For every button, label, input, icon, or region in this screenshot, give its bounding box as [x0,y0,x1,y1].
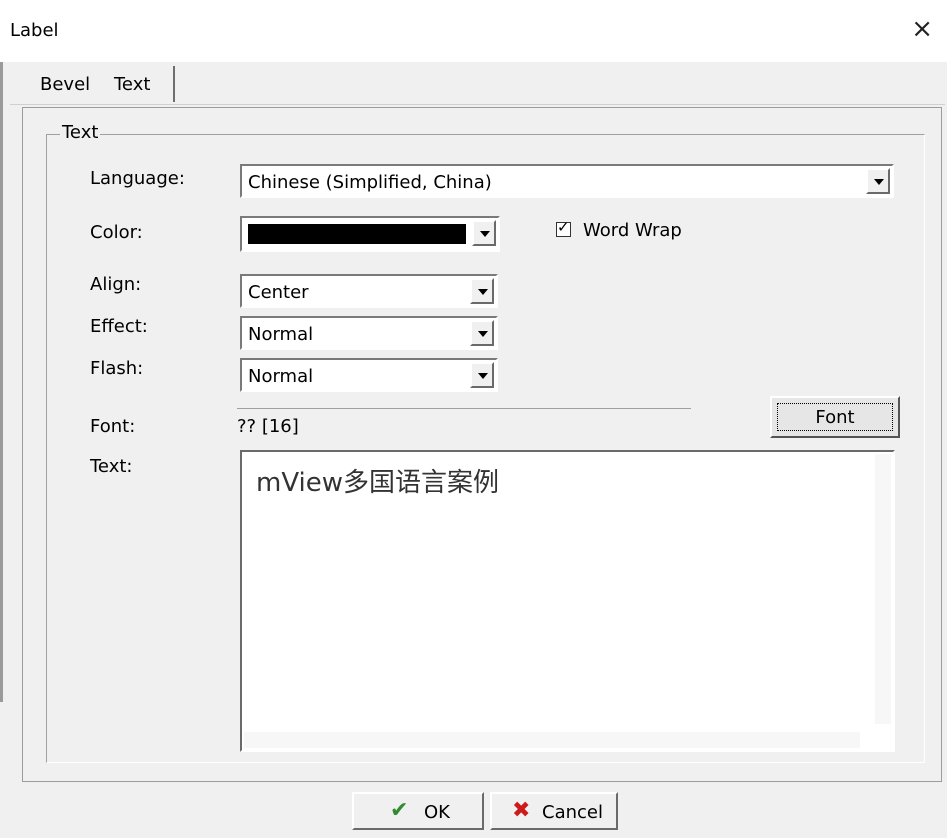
ok-button[interactable]: ✔ OK [352,792,484,830]
cancel-label: Cancel [542,802,603,823]
chevron-down-icon[interactable] [470,320,494,346]
effect-dropdown[interactable]: Normal [240,316,498,350]
word-wrap-checkbox[interactable]: ✓ Word Wrap [556,218,682,241]
tab-underline [10,104,945,105]
window-edge [0,62,3,702]
checkmark-icon: ✔ [390,798,409,823]
flash-dropdown[interactable]: Normal [240,358,498,392]
font-button[interactable]: Font [770,396,900,438]
font-label: Font: [90,416,136,437]
tab-separator [173,66,175,102]
chevron-down-icon[interactable] [866,168,890,194]
language-label: Language: [90,168,185,189]
effect-label: Effect: [90,316,148,337]
text-label: Text: [90,456,133,477]
font-divider [237,408,691,409]
x-icon: ✖ [512,798,531,823]
window-title: Label [10,20,59,41]
close-icon[interactable]: × [911,14,933,44]
vertical-scrollbar[interactable] [875,454,891,724]
effect-value: Normal [248,324,314,345]
color-label: Color: [90,222,143,243]
title-bar: Label × [0,0,947,62]
checkbox-box[interactable]: ✓ [556,218,571,237]
flash-value: Normal [248,366,314,387]
color-swatch [248,224,466,244]
horizontal-scrollbar[interactable] [244,732,860,748]
align-label: Align: [90,274,142,295]
language-dropdown[interactable]: Chinese (Simplified, China) [240,164,894,198]
color-picker[interactable] [240,216,500,252]
language-value: Chinese (Simplified, China) [248,172,492,193]
align-dropdown[interactable]: Center [240,274,498,308]
flash-label: Flash: [90,358,144,379]
font-button-label: Font [815,407,855,428]
text-content: mView多国语言案例 [256,468,500,498]
font-value: ?? [16] [237,416,299,437]
chevron-down-icon[interactable] [470,278,494,304]
groupbox-title: Text [60,122,101,143]
cancel-button[interactable]: ✖ Cancel [490,792,618,830]
chevron-down-icon[interactable] [472,220,496,246]
chevron-down-icon[interactable] [470,362,494,388]
tab-bevel[interactable]: Bevel [40,74,90,95]
check-icon: ✓ [557,217,570,236]
text-input[interactable]: mView多国语言案例 [240,450,895,752]
word-wrap-label: Word Wrap [583,220,682,241]
align-value: Center [248,282,309,303]
ok-label: OK [424,802,450,823]
tab-text[interactable]: Text [114,74,150,95]
